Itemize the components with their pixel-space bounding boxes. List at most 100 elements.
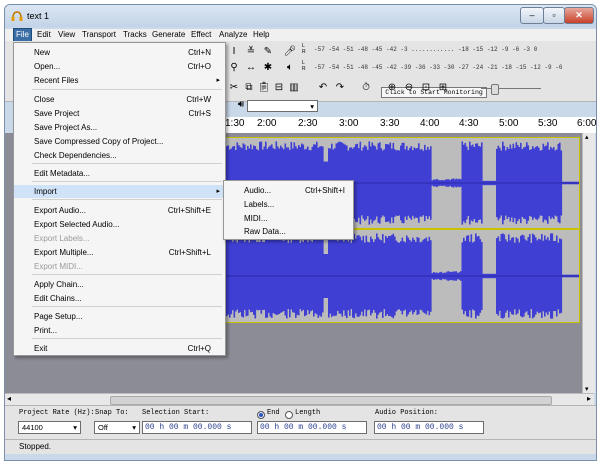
scroll-down-icon[interactable]: ▾ [585, 385, 589, 393]
import-menu-item[interactable]: Audio... Ctrl+Shift+I [224, 184, 353, 197]
fit-project-icon[interactable]: ⊞ [436, 81, 450, 95]
chevron-down-icon: ▾ [132, 423, 136, 432]
multi-tool-icon[interactable]: ✱ [261, 61, 275, 75]
menu-view[interactable]: View [56, 29, 77, 41]
audio-track-right-channel[interactable] [225, 229, 580, 323]
end-radio[interactable] [257, 411, 265, 419]
menu-file[interactable]: File [13, 28, 32, 42]
file-menu-item[interactable]: Apply Chain... [14, 278, 225, 291]
zoom-out-icon[interactable]: ⊖ [402, 81, 416, 95]
ruler-tick: 1:30 [225, 118, 245, 129]
silence-icon[interactable]: ▥ [287, 81, 301, 95]
menu-separator [32, 306, 222, 307]
menu-separator [32, 338, 222, 339]
project-rate-label: Project Rate (Hz): [19, 409, 95, 417]
fit-selection-icon[interactable]: ⊡ [419, 81, 433, 95]
playback-meter-scale[interactable]: -57 -54 -51 -48 -45 -42 -39 -36 -33 -30 … [314, 63, 564, 72]
import-menu-item[interactable]: Raw Data... [224, 225, 353, 238]
file-menu-item[interactable]: Save Compressed Copy of Project... [14, 135, 225, 148]
envelope-tool-icon[interactable]: ≚ [244, 45, 258, 59]
file-menu-item[interactable]: Close Ctrl+W [14, 93, 225, 106]
volume-icon[interactable]: 🔊︎ [234, 98, 248, 112]
timeline-ruler[interactable]: 1:30 2:00 2:30 3:00 3:30 4:00 4:30 5:00 … [225, 117, 596, 133]
menu-help[interactable]: Help [251, 29, 271, 41]
menu-item-label: Save Project As... [34, 123, 98, 132]
submenu-arrow-icon: ▸ [216, 188, 220, 195]
speaker-icon[interactable]: 🔈︎ [283, 61, 297, 75]
ruler-tick: 5:30 [538, 118, 558, 129]
record-meter-scale[interactable]: -57 -54 -51 -48 -45 -42 -3 ............ … [314, 45, 564, 54]
menu-item-label: Close [34, 95, 55, 104]
menu-tracks[interactable]: Tracks [121, 29, 149, 41]
ruler-tick: 2:30 [298, 118, 318, 129]
trim-icon[interactable]: ⊟ [272, 81, 286, 95]
menu-item-label: MIDI... [244, 214, 268, 223]
maximize-button[interactable]: ▫ [543, 7, 565, 24]
title-bar: text 1 – ▫ ✕ [5, 5, 596, 27]
import-menu-item[interactable]: MIDI... [224, 212, 353, 225]
file-menu-item[interactable]: Edit Chains... [14, 292, 225, 305]
project-rate-select[interactable]: 44100 ▾ [18, 421, 81, 434]
paste-icon[interactable]: 📋︎ [257, 81, 271, 95]
file-menu-item[interactable]: Print... [14, 324, 225, 337]
vertical-scrollbar[interactable]: ▴ ▾ [582, 133, 595, 393]
file-menu-item[interactable]: Save Project Ctrl+S [14, 107, 225, 120]
end-label: End [267, 409, 280, 417]
import-menu-item[interactable]: Labels... [224, 198, 353, 211]
snap-to-select[interactable]: Off ▾ [94, 421, 140, 434]
ruler-tick: 5:00 [499, 118, 519, 129]
audio-position-label: Audio Position: [375, 409, 439, 417]
menu-item-shortcut: Ctrl+N [188, 48, 211, 57]
menu-item-label: Check Dependencies... [34, 151, 117, 160]
sync-lock-icon[interactable]: ⏱ [359, 81, 373, 95]
menu-analyze[interactable]: Analyze [217, 29, 249, 41]
scroll-up-icon[interactable]: ▴ [585, 133, 589, 141]
device-select[interactable]: ▾ [247, 100, 318, 112]
file-menu-item[interactable]: Edit Metadata... [14, 167, 225, 180]
file-menu-item[interactable]: Export Multiple... Ctrl+Shift+L [14, 246, 225, 259]
cut-icon[interactable]: ✂ [227, 81, 241, 95]
menu-item-label: Exit [34, 344, 48, 353]
file-menu-item[interactable]: Export Audio... Ctrl+Shift+E [14, 204, 225, 217]
selection-tool-icon[interactable]: I [227, 45, 241, 59]
audio-position-field[interactable]: 00 h 00 m 00.000 s [374, 421, 484, 434]
record-meter-r: R [302, 49, 306, 55]
file-menu-item[interactable]: Exit Ctrl+Q [14, 342, 225, 355]
draw-tool-icon[interactable]: ✎ [261, 45, 275, 59]
file-menu-item[interactable]: Recent Files ▸ [14, 74, 225, 87]
menu-edit[interactable]: Edit [35, 29, 53, 41]
microphone-icon[interactable]: 🎤︎ [283, 45, 297, 59]
menu-separator [32, 181, 222, 182]
scroll-right-icon[interactable]: ▸ [587, 394, 591, 403]
scroll-left-icon[interactable]: ◂ [7, 394, 11, 403]
file-menu-item[interactable]: New Ctrl+N [14, 46, 225, 59]
selection-start-field[interactable]: 00 h 00 m 00.000 s [142, 421, 252, 434]
selection-start-label: Selection Start: [142, 409, 210, 417]
selection-end-field[interactable]: 00 h 00 m 00.000 s [257, 421, 367, 434]
file-menu-item[interactable]: Export Selected Audio... [14, 218, 225, 231]
play-speed-thumb[interactable] [491, 84, 499, 95]
file-menu-item[interactable]: Check Dependencies... [14, 149, 225, 162]
undo-icon[interactable]: ↶ [316, 81, 330, 95]
length-radio[interactable] [285, 411, 293, 419]
redo-icon[interactable]: ↷ [333, 81, 347, 95]
play-speed-slider[interactable] [481, 88, 541, 89]
file-menu-item: Export MIDI... [14, 260, 225, 273]
zoom-in-icon[interactable]: ⊕ [385, 81, 399, 95]
timeshift-tool-icon[interactable]: ↔ [244, 61, 258, 75]
menu-effect[interactable]: Effect [189, 29, 213, 41]
ruler-tick: 4:00 [420, 118, 440, 129]
horizontal-scroll-thumb[interactable] [110, 396, 552, 405]
submenu-arrow-icon: ▸ [216, 77, 220, 84]
file-menu-item[interactable]: Page Setup... [14, 310, 225, 323]
minimize-icon: – [529, 10, 535, 20]
file-menu-item[interactable]: Open... Ctrl+O [14, 60, 225, 73]
zoom-tool-icon[interactable]: ⚲ [227, 61, 241, 75]
file-menu-item[interactable]: Save Project As... [14, 121, 225, 134]
menu-transport[interactable]: Transport [80, 29, 118, 41]
menu-generate[interactable]: Generate [150, 29, 187, 41]
minimize-button[interactable]: – [520, 7, 544, 24]
copy-icon[interactable]: ⧉ [242, 81, 256, 95]
close-button[interactable]: ✕ [564, 7, 594, 24]
file-menu-item[interactable]: Import ▸ [14, 185, 225, 198]
